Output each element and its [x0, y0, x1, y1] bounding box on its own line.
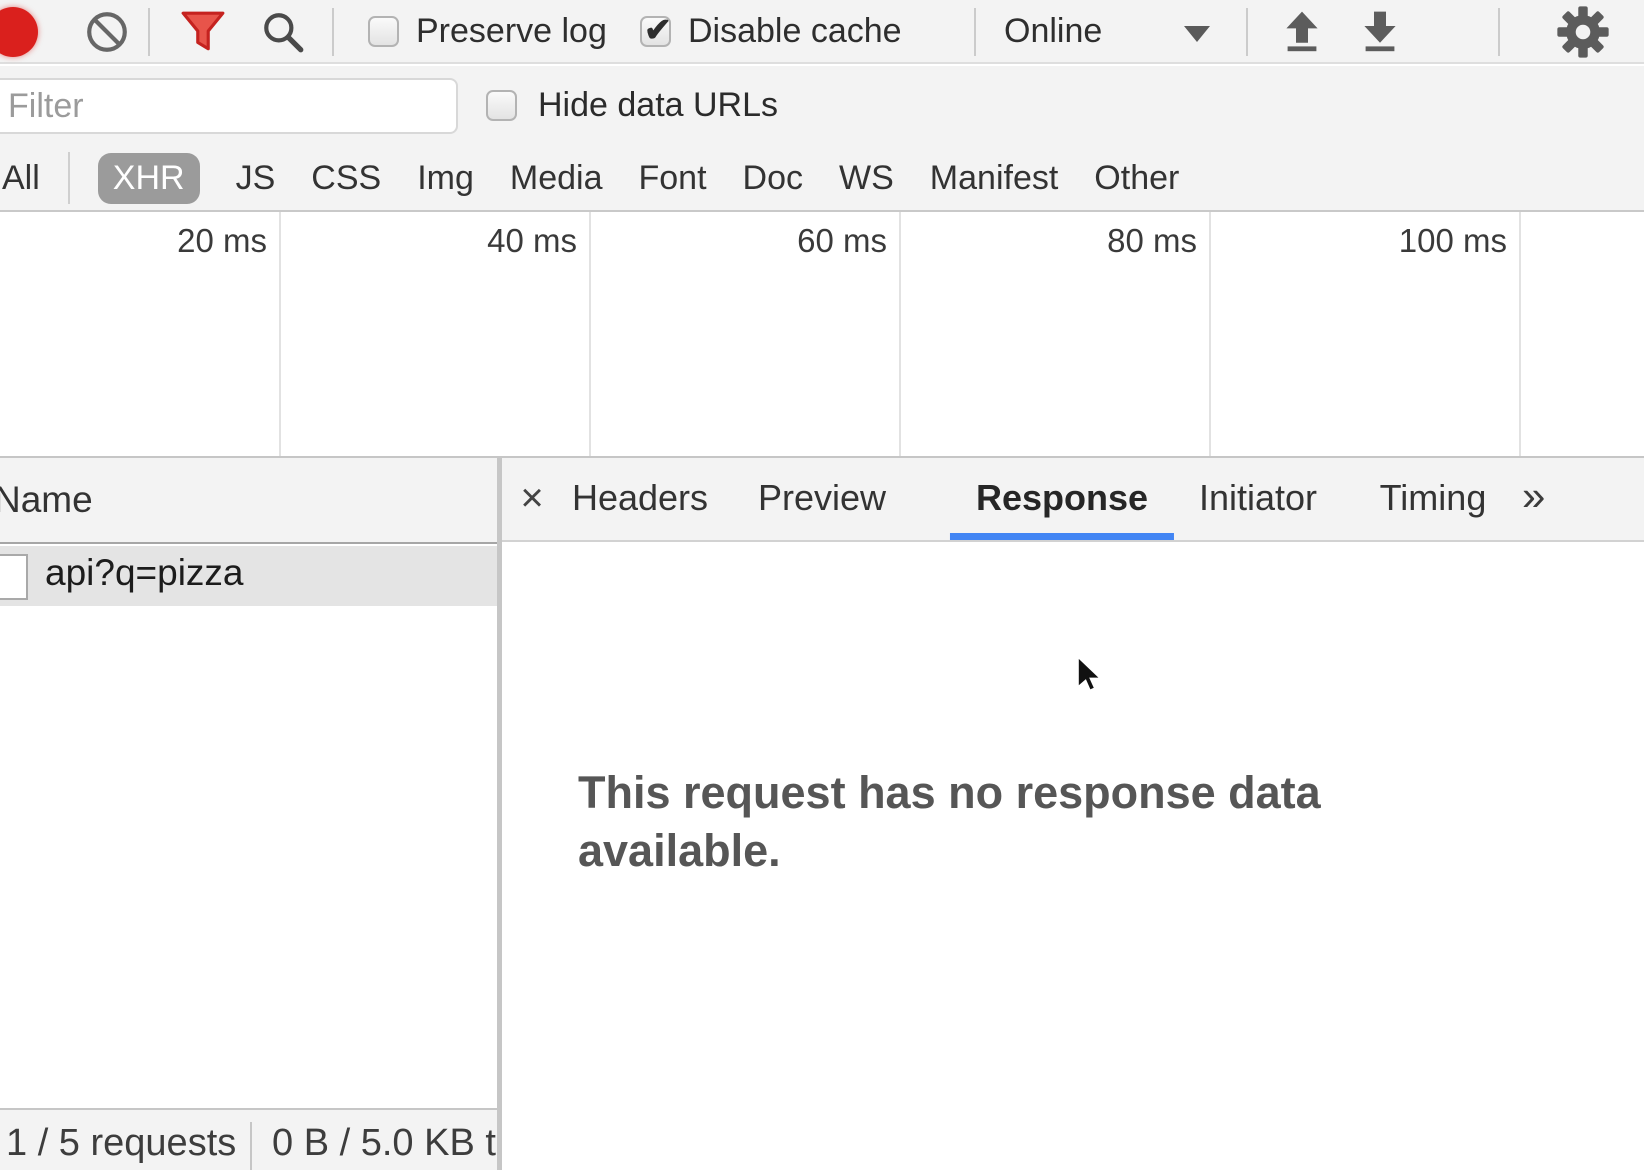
- timeline-overview[interactable]: 20 ms 40 ms 60 ms 80 ms 100 ms: [0, 212, 1644, 458]
- status-bar: 1 / 5 requests 0 B / 5.0 KB transferred: [0, 1108, 497, 1170]
- hide-data-urls-checkbox[interactable]: [486, 90, 517, 121]
- clear-requests-button[interactable]: [84, 9, 130, 55]
- hide-data-urls-label: Hide data URLs: [538, 66, 778, 146]
- download-icon: [1356, 8, 1404, 56]
- detail-tab-preview[interactable]: Preview: [758, 458, 886, 540]
- devtools-network-panel: Preserve log Disable cache Online: [0, 0, 1644, 1170]
- import-har-button[interactable]: [1278, 8, 1326, 56]
- type-filter-css[interactable]: CSS: [311, 159, 381, 198]
- request-list: api?q=pizza: [0, 546, 497, 606]
- request-name: api?q=pizza: [45, 552, 244, 594]
- toolbar-divider: [1246, 8, 1248, 56]
- caret-down-icon[interactable]: [1184, 26, 1210, 42]
- upload-icon: [1278, 8, 1326, 56]
- toolbar-divider: [1498, 8, 1500, 56]
- mouse-cursor: [1076, 656, 1104, 692]
- type-filter-media[interactable]: Media: [510, 159, 603, 198]
- settings-button[interactable]: [1556, 5, 1610, 59]
- detail-tab-response[interactable]: Response: [976, 458, 1148, 540]
- detail-tabstrip: × » Headers Preview Response Initiator Timin…: [502, 458, 1644, 542]
- timeline-tick-label: 80 ms: [947, 222, 1197, 260]
- transfer-size-suffix: transferred: [485, 1122, 497, 1164]
- network-toolbar: Preserve log Disable cache Online: [0, 0, 1644, 64]
- more-tabs-icon[interactable]: »: [1522, 458, 1545, 540]
- type-filter-divider: [68, 152, 70, 204]
- request-detail-panel: × » Headers Preview Response Initiator Timin…: [502, 458, 1644, 1170]
- toolbar-divider: [148, 8, 150, 56]
- timeline-gridline: [279, 212, 281, 456]
- timeline-gridline: [1519, 212, 1521, 456]
- record-button[interactable]: [0, 7, 38, 57]
- type-filter-xhr[interactable]: XHR: [98, 153, 200, 204]
- close-icon[interactable]: ×: [510, 458, 554, 540]
- requests-count: 1 / 5 requests: [6, 1122, 236, 1165]
- detail-tab-headers[interactable]: Headers: [572, 458, 708, 540]
- type-filter-doc[interactable]: Doc: [743, 159, 803, 198]
- status-divider: [250, 1122, 252, 1170]
- block-icon: [84, 9, 130, 55]
- type-filter-ws[interactable]: WS: [839, 159, 894, 198]
- type-filter-other[interactable]: Other: [1094, 159, 1179, 198]
- throttling-select[interactable]: Online: [1004, 0, 1102, 64]
- request-row[interactable]: api?q=pizza: [0, 546, 497, 606]
- arrow-cursor-icon: [1076, 656, 1104, 692]
- timeline-gridline: [1209, 212, 1211, 456]
- preserve-log-label: Preserve log: [416, 0, 607, 64]
- type-filter-js[interactable]: JS: [236, 159, 276, 198]
- timeline-tick-label: 100 ms: [1257, 222, 1507, 260]
- requests-panel: Name api?q=pizza 1 / 5 requests 0 B / 5.…: [0, 458, 497, 1170]
- disable-cache-label: Disable cache: [688, 0, 902, 64]
- timeline-gridline: [899, 212, 901, 456]
- timeline-tick-label: 20 ms: [17, 222, 267, 260]
- type-filter-all[interactable]: All: [2, 159, 40, 198]
- request-doc-icon: [0, 554, 28, 600]
- name-column-header[interactable]: Name: [0, 458, 497, 544]
- search-button[interactable]: [260, 9, 306, 55]
- toolbar-divider: [332, 8, 334, 56]
- preserve-log-checkbox[interactable]: [368, 16, 399, 47]
- detail-tab-timing[interactable]: Timing: [1380, 458, 1487, 540]
- disable-cache-checkbox[interactable]: [640, 16, 671, 47]
- gear-icon: [1556, 5, 1610, 59]
- no-response-message: This request has no response data availa…: [578, 764, 1458, 880]
- funnel-icon: [180, 9, 226, 55]
- toolbar-divider: [974, 8, 976, 56]
- detail-tab-initiator[interactable]: Initiator: [1199, 458, 1317, 540]
- transfer-size-value: 0 B / 5.0 KB: [272, 1122, 475, 1164]
- timeline-tick-label: 60 ms: [637, 222, 887, 260]
- timeline-gridline: [589, 212, 591, 456]
- timeline-tick-label: 40 ms: [327, 222, 577, 260]
- transfer-size: 0 B / 5.0 KB transferred: [272, 1122, 497, 1165]
- magnifier-icon: [260, 9, 306, 55]
- request-type-filters: All XHR JS CSS Img Media Font Doc WS Manifest Othe…: [0, 146, 1644, 212]
- filter-bar: Hide data URLs: [0, 66, 1644, 146]
- export-har-button[interactable]: [1356, 8, 1404, 56]
- type-filter-img[interactable]: Img: [417, 159, 474, 198]
- type-filter-font[interactable]: Font: [639, 159, 707, 198]
- filter-input[interactable]: [0, 78, 458, 134]
- type-filter-manifest[interactable]: Manifest: [930, 159, 1059, 198]
- filter-toggle-button[interactable]: [180, 9, 226, 55]
